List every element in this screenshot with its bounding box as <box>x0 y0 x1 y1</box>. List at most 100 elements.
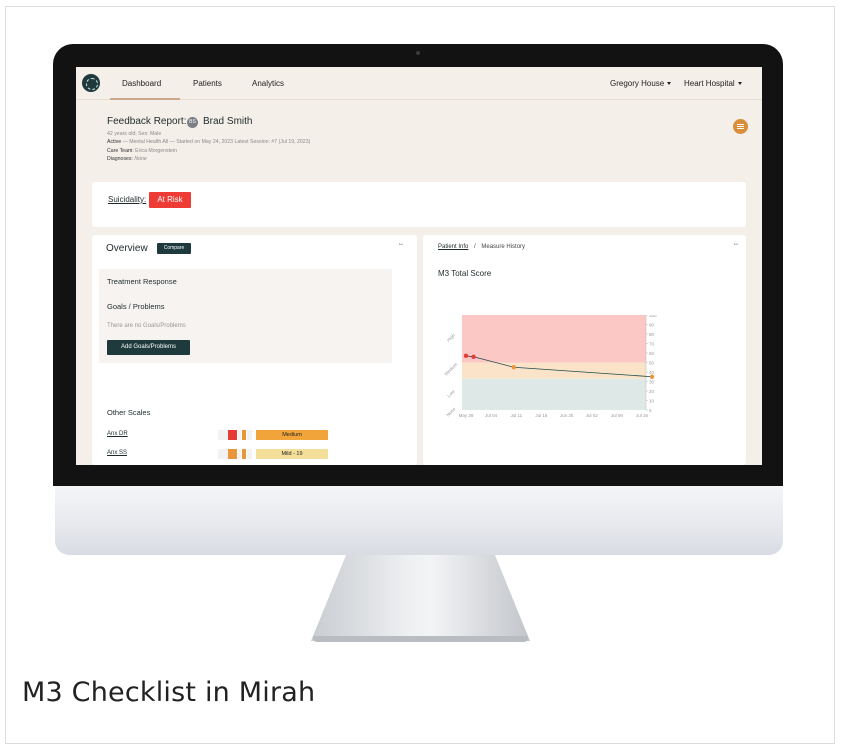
breadcrumb-patient-info[interactable]: Patient Info <box>438 244 468 250</box>
chart-band-label: Medium <box>444 361 459 376</box>
chart-x-tick-label: Jul 16 <box>636 413 649 418</box>
scale-bar-segment <box>238 449 241 459</box>
nav-active-indicator <box>110 98 180 100</box>
chart-x-tick-label: Jul 11 <box>510 413 522 418</box>
org-menu[interactable]: Heart Hospital <box>684 79 742 88</box>
scale-bar-segment <box>228 449 237 459</box>
nav-patients[interactable]: Patients <box>193 79 222 88</box>
avatar: BS <box>187 117 198 128</box>
chart-band-low <box>462 378 646 410</box>
chart-band-label: None <box>445 406 456 417</box>
camera-dot <box>416 51 420 55</box>
chart-band-label: Low <box>446 389 456 399</box>
chart-x-tick-label: Jun 25 <box>560 413 574 418</box>
suicidality-card: Suicidality: At Risk <box>92 182 746 227</box>
menu-icon <box>737 124 744 125</box>
treatment-response-title: Treatment Response <box>107 277 177 286</box>
add-goals-button[interactable]: Add Goals/Problems <box>107 340 190 355</box>
chart-band-high <box>462 315 646 363</box>
scale-bar-segment <box>238 430 241 440</box>
user-name: Gregory House <box>610 79 665 88</box>
scale-bar-segment <box>247 430 252 440</box>
status-label: Active <box>107 139 122 145</box>
care-team-label: Care Team: <box>107 148 134 154</box>
care-team-value: Erica Morgenstein <box>135 148 177 154</box>
scale-bar-segment <box>247 449 252 459</box>
feedback-report-label: Feedback Report: <box>107 116 187 127</box>
chart-y-tick-label: 0 <box>649 408 652 413</box>
goals-title: Goals / Problems <box>107 302 165 311</box>
chart-y-tick-label: 90 <box>649 322 655 327</box>
status-badge: At Risk <box>149 192 191 208</box>
chevron-down-icon <box>667 82 672 86</box>
care-team-line: Care Team: Erica Morgenstein <box>107 148 177 154</box>
m3-score-chart: 0 10 20 30 40 50 60 70 80 90 100 None Low Medium High M… <box>444 315 657 418</box>
chart-x-tick-label: Jul 02 <box>586 413 599 418</box>
goals-empty-text: There are no Goals/Problems <box>107 323 186 329</box>
scale-bar-segment <box>218 449 228 459</box>
chart-y-tick-label: 100 <box>649 315 657 318</box>
scale-row: Anx DR Medium <box>107 430 337 440</box>
menu-button[interactable] <box>733 119 748 134</box>
monitor-stand <box>311 555 530 641</box>
monitor-stand-base <box>313 636 528 642</box>
scale-link-anx-ss[interactable]: Anx SS <box>107 450 127 456</box>
nav-dashboard[interactable]: Dashboard <box>122 79 161 88</box>
overview-title: Overview <box>106 243 148 254</box>
chart-y-tick-label: 10 <box>649 398 655 403</box>
chart-y-tick-label: 60 <box>649 351 655 356</box>
chevron-down-icon <box>737 82 742 86</box>
patient-program-line: Active — Mental Health All — Started on … <box>107 139 310 145</box>
nav-analytics[interactable]: Analytics <box>252 79 284 88</box>
breadcrumb: Patient Info / Measure History <box>438 244 525 250</box>
chart-y-tick-label: 70 <box>649 341 655 346</box>
severity-badge: Medium <box>256 430 328 440</box>
chart-y-tick-label: 20 <box>649 389 655 394</box>
top-nav: Dashboard Patients Analytics Gregory Hou… <box>76 67 762 100</box>
monitor-chin <box>55 486 783 555</box>
chart-y-tick-label: 50 <box>649 360 655 365</box>
chart-x-tick-label: Jul 18 <box>535 413 548 418</box>
overview-panel: Overview Compare ↔ Treatment Response Go… <box>92 235 417 465</box>
expand-icon[interactable]: ↔ <box>733 241 739 247</box>
scale-bar-segment <box>228 430 237 440</box>
user-menu[interactable]: Gregory House <box>610 79 672 88</box>
diagnoses-line: Diagnoses: None <box>107 156 147 162</box>
breadcrumb-separator: / <box>474 244 476 250</box>
chart-x-tick-label: May 28 <box>459 413 474 418</box>
scale-link-anx-dr[interactable]: Anx DR <box>107 431 128 437</box>
chart-band-label: High <box>446 332 456 342</box>
breadcrumb-current: Measure History <box>481 244 526 250</box>
scale-bar-segment <box>218 430 228 440</box>
chart-data-point <box>511 365 516 370</box>
compare-button[interactable]: Compare <box>157 243 191 254</box>
scale-bar-segment <box>242 430 246 440</box>
caption: M3 Checklist in Mirah <box>22 677 316 708</box>
other-scales-title: Other Scales <box>107 408 151 417</box>
suicidality-link[interactable]: Suicidality: <box>108 195 146 204</box>
scale-row: Anx SS Mild - 19 <box>107 449 337 459</box>
scale-bar-segment <box>242 449 246 459</box>
chart-y-tick-label: 40 <box>649 370 655 375</box>
expand-icon[interactable]: ↔ <box>398 241 404 247</box>
patient-name: Brad Smith <box>203 116 253 127</box>
chart-data-point <box>463 353 469 359</box>
org-name: Heart Hospital <box>684 79 735 88</box>
chart-data-point <box>649 374 655 379</box>
chart-x-tick-label: Jul 09 <box>611 413 624 418</box>
measure-history-panel: Patient Info / Measure History ↔ M3 Tota… <box>423 235 746 465</box>
treatment-response-box: Treatment Response Goals / Problems Ther… <box>99 269 392 363</box>
program-info: — Mental Health All — Started on May 24,… <box>121 139 311 145</box>
diagnoses-value: None <box>134 156 147 162</box>
app-screen: Dashboard Patients Analytics Gregory Hou… <box>76 67 762 465</box>
severity-badge: Mild - 19 <box>256 449 328 459</box>
diagnoses-label: Diagnoses: <box>107 156 133 162</box>
chart-y-tick-label: 80 <box>649 332 655 337</box>
chart-title: M3 Total Score <box>438 269 492 278</box>
chart-data-point <box>471 354 476 359</box>
mirah-logo-icon[interactable] <box>82 74 100 92</box>
chart-band-medium <box>462 362 646 379</box>
patient-demographics: 42 years old; Sex: Male <box>107 131 162 137</box>
chart-y-tick-label: 30 <box>649 379 655 384</box>
chart-x-tick-label: Jul 04 <box>485 413 498 418</box>
